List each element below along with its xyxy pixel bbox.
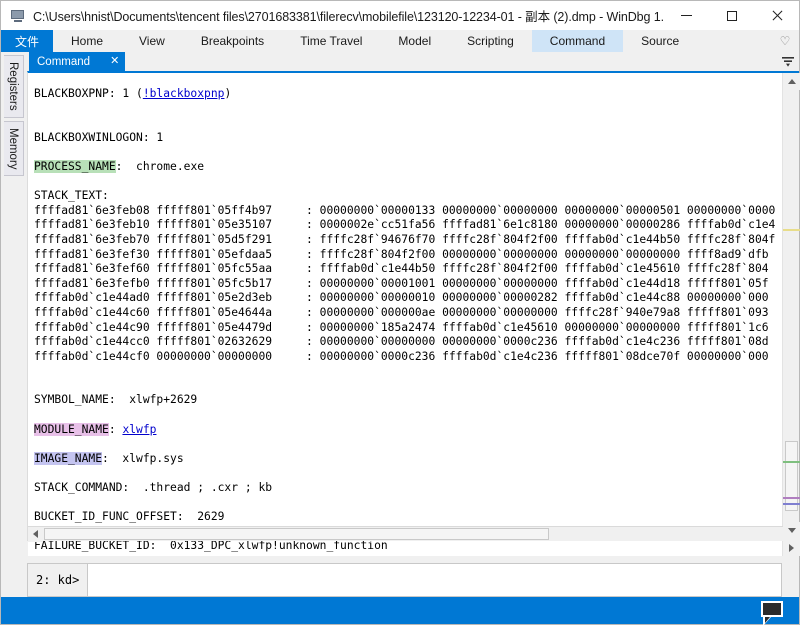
ribbon-tab-view[interactable]: View xyxy=(121,30,183,52)
console-key-highlight: IMAGE_NAME xyxy=(34,451,103,465)
command-window: BLACKBOXPNP: 1 (!blackboxpnp) BLACKBOXWI… xyxy=(27,71,800,556)
window-title: C:\Users\hnist\Documents\tencent files\2… xyxy=(33,10,664,24)
console-line: ffffab0d`c1e44cc0 fffff801`02632629 : 00… xyxy=(34,335,769,349)
scroll-marker-green xyxy=(783,461,800,463)
console-line: SYMBOL_NAME: xlwfp+2629 xyxy=(34,393,198,407)
ribbon-file-tab[interactable]: 文件 xyxy=(1,30,53,52)
left-dock-tabs: Registers Memory xyxy=(1,52,27,541)
ribbon-tab-home[interactable]: Home xyxy=(53,30,121,52)
console-link[interactable]: xlwfp xyxy=(122,423,156,436)
command-output-hscrollbar[interactable] xyxy=(28,526,783,542)
console-line: STACK_TEXT: xyxy=(34,189,109,203)
windbg-icon xyxy=(10,8,26,24)
command-prompt-row: 2: kd> xyxy=(27,563,782,597)
console-link[interactable]: !blackboxpnp xyxy=(143,87,225,100)
close-icon xyxy=(771,10,782,21)
console-line: ffffad81`6e3feb08 fffff801`05ff4b97 : 00… xyxy=(34,203,776,217)
document-tab-row: Command ✕ xyxy=(1,52,799,71)
window-controls xyxy=(664,1,799,30)
scroll-marker-blue xyxy=(783,503,800,505)
console-line: ffffad81`6e3fef60 fffff801`05fc55aa : ff… xyxy=(34,262,769,276)
scroll-marker-yellow xyxy=(783,229,800,231)
sidebar-item-registers[interactable]: Registers xyxy=(4,55,24,118)
ribbon-tab-model[interactable]: Model xyxy=(380,30,449,52)
console-line: ffffad81`6e3feb10 fffff801`05e35107 : 00… xyxy=(34,218,776,232)
document-tab-label: Command xyxy=(37,55,91,68)
scroll-marker-pink xyxy=(783,497,800,499)
ribbon-tab-time-travel[interactable]: Time Travel xyxy=(282,30,380,52)
favorite-heart-icon[interactable]: ♡ xyxy=(771,30,799,52)
console-value: : xyxy=(108,422,123,436)
scroll-up-button[interactable] xyxy=(783,73,800,90)
ribbon-collapse-icon[interactable] xyxy=(777,52,799,71)
console-line: ffffab0d`c1e44c90 fffff801`05e4479d : 00… xyxy=(34,320,769,334)
ribbon-tab-command[interactable]: Command xyxy=(531,30,624,52)
vscrollbar-thumb[interactable] xyxy=(785,441,798,511)
console-line: ffffad81`6e3feb70 fffff801`05d5f291 : ff… xyxy=(34,232,776,246)
title-bar: C:\Users\hnist\Documents\tencent files\2… xyxy=(1,1,799,30)
ribbon-spacer xyxy=(697,30,771,52)
document-tab-command[interactable]: Command ✕ xyxy=(29,52,126,71)
command-output-vscrollbar[interactable] xyxy=(782,73,800,556)
scroll-down-button[interactable] xyxy=(783,522,800,539)
console-line: FAILURE_BUCKET_ID: 0x133_DPC_xlwfp!unkno… xyxy=(34,539,388,553)
console-line: ffffab0d`c1e44ad0 fffff801`05e2d3eb : 00… xyxy=(34,291,769,305)
scroll-corner-button[interactable] xyxy=(783,539,800,556)
feedback-bubble-icon[interactable] xyxy=(759,600,785,625)
minimize-icon xyxy=(681,15,692,16)
console-value: : xlwfp.sys xyxy=(102,451,184,465)
console-line: IMAGE_NAME: xlwfp.sys xyxy=(34,451,783,467)
status-bar xyxy=(1,597,799,625)
command-input[interactable] xyxy=(88,564,781,596)
chevron-up-icon xyxy=(787,79,796,84)
console-line: ffffad81`6e3fefb0 fffff801`05fc5b17 : 00… xyxy=(34,276,769,290)
hscrollbar-thumb[interactable] xyxy=(44,528,549,540)
ribbon-tab-strip: 文件 Home View Breakpoints Time Travel Mod… xyxy=(1,30,799,52)
windbg-window: C:\Users\hnist\Documents\tencent files\2… xyxy=(0,0,800,625)
maximize-icon xyxy=(726,10,737,21)
console-line: ffffab0d`c1e44cf0 00000000`00000000 : 00… xyxy=(34,349,769,363)
console-line: STACK_COMMAND: .thread ; .cxr ; kb xyxy=(34,481,273,495)
console-line: ffffad81`6e3fef30 fffff801`05efdaa5 : ff… xyxy=(34,247,769,261)
console-line: PROCESS_NAME: chrome.exe xyxy=(34,159,783,175)
sidebar-item-memory[interactable]: Memory xyxy=(4,120,24,177)
console-line: MODULE_NAME: xlwfp xyxy=(34,422,783,438)
ribbon-tab-scripting[interactable]: Scripting xyxy=(449,30,532,52)
collapse-chevron-icon xyxy=(782,56,794,67)
console-line: BLACKBOXWINLOGON: 1 xyxy=(34,130,164,144)
console-line: BUCKET_ID_FUNC_OFFSET: 2629 xyxy=(34,510,225,524)
chevron-right-icon xyxy=(789,543,794,552)
console-key-highlight: MODULE_NAME xyxy=(34,422,109,436)
document-tab-close-icon[interactable]: ✕ xyxy=(110,56,119,67)
prompt-label: 2: kd> xyxy=(28,564,89,596)
console-line: BLACKBOXPNP: 1 (!blackboxpnp) xyxy=(34,87,232,100)
minimize-button[interactable] xyxy=(664,1,709,30)
console-key-highlight: PROCESS_NAME xyxy=(34,159,116,173)
chevron-left-icon xyxy=(33,530,38,538)
ribbon-tab-breakpoints[interactable]: Breakpoints xyxy=(183,30,282,52)
chevron-down-icon xyxy=(787,528,796,533)
document-tab-rest xyxy=(125,52,777,71)
console-line: ffffab0d`c1e44c60 fffff801`05e4644a : 00… xyxy=(34,305,769,319)
ribbon-tab-source[interactable]: Source xyxy=(623,30,697,52)
maximize-button[interactable] xyxy=(709,1,754,30)
close-button[interactable] xyxy=(754,1,799,30)
console-value: : chrome.exe xyxy=(115,159,205,173)
scroll-left-button[interactable] xyxy=(28,526,43,542)
command-output[interactable]: BLACKBOXPNP: 1 (!blackboxpnp) BLACKBOXWI… xyxy=(28,73,783,556)
